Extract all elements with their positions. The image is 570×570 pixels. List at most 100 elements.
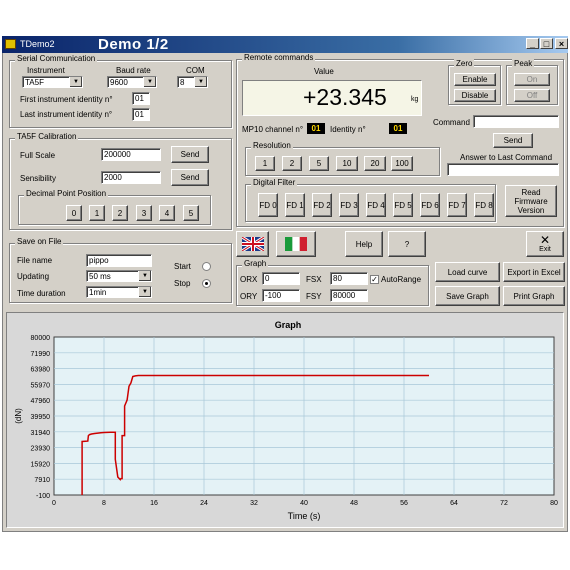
full-scale-send-button[interactable]: Send [171, 146, 209, 163]
start-label: Start [174, 262, 191, 271]
command-label: Command [433, 118, 470, 127]
x-tick-label: 16 [150, 500, 158, 507]
filter-button-fd4[interactable]: FD 4 [366, 193, 386, 217]
decimal-point-button-2[interactable]: 2 [112, 205, 128, 221]
x-tick-label: 40 [300, 500, 308, 507]
first-identity-label: First instrument identity n° [20, 95, 113, 104]
com-value: 8 [180, 78, 185, 87]
baud-rate-value: 9600 [110, 78, 128, 87]
resolution-button-2[interactable]: 2 [282, 156, 302, 171]
decimal-point-button-4[interactable]: 4 [159, 205, 175, 221]
peak-off-button[interactable]: Off [514, 89, 550, 102]
chevron-down-icon[interactable]: ▼ [138, 271, 151, 281]
resolution-button-5[interactable]: 5 [309, 156, 329, 171]
x-tick-labels: 0 8 16 24 32 40 48 56 64 72 80 [52, 500, 558, 507]
y-tick-label: 15920 [31, 461, 51, 468]
filter-button-fd6[interactable]: FD 6 [420, 193, 440, 217]
orx-label: ORX [240, 275, 258, 284]
decimal-point-button-5[interactable]: 5 [183, 205, 199, 221]
filter-button-fd5[interactable]: FD 5 [393, 193, 413, 217]
decimal-point-button-1[interactable]: 1 [89, 205, 105, 221]
chevron-down-icon[interactable]: ▼ [138, 287, 151, 297]
com-select[interactable]: 8 ▼ [177, 76, 208, 88]
ory-field[interactable]: -100 [262, 289, 300, 302]
zero-disable-button[interactable]: Disable [454, 89, 496, 102]
question-button[interactable]: ? [388, 231, 426, 257]
x-tick-label: 64 [450, 500, 458, 507]
last-identity-field[interactable]: 01 [132, 108, 150, 121]
fsy-field[interactable]: 80000 [330, 289, 368, 302]
close-button[interactable]: × [555, 38, 568, 49]
y-tick-label: -100 [36, 493, 50, 500]
export-excel-button[interactable]: Export in Excel [503, 262, 565, 282]
answer-field [447, 163, 559, 176]
baud-rate-label: Baud rate [116, 66, 151, 75]
load-curve-button[interactable]: Load curve [435, 262, 500, 282]
first-identity-field[interactable]: 01 [132, 92, 150, 105]
filter-button-fd8[interactable]: FD 8 [474, 193, 494, 217]
x-tick-label: 32 [250, 500, 258, 507]
updating-select[interactable]: 50 ms ▼ [86, 270, 152, 282]
filter-button-fd0[interactable]: FD 0 [258, 193, 278, 217]
graph-settings-title: Graph [242, 259, 269, 268]
y-tick-label: 71990 [31, 351, 51, 358]
filter-button-fd7[interactable]: FD 7 [447, 193, 467, 217]
x-tick-label: 0 [52, 500, 56, 507]
print-graph-button[interactable]: Print Graph [503, 286, 565, 306]
fsy-label: FSY [306, 292, 322, 301]
orx-field[interactable]: 0 [262, 272, 300, 285]
resolution-button-10[interactable]: 10 [336, 156, 358, 171]
command-send-button[interactable]: Send [493, 133, 533, 148]
app-icon [5, 39, 16, 49]
start-radio[interactable] [202, 262, 211, 271]
decimal-point-button-0[interactable]: 0 [66, 205, 82, 221]
resolution-group-title: Resolution [251, 141, 293, 150]
instrument-select[interactable]: TA5F ▼ [22, 76, 83, 88]
italian-language-button[interactable] [276, 231, 316, 257]
fsx-field[interactable]: 80 [330, 272, 368, 285]
full-scale-field[interactable]: 200000 [101, 148, 161, 161]
peak-group-title: Peak [512, 59, 535, 68]
baud-rate-select[interactable]: 9600 ▼ [107, 76, 157, 88]
graph-chart: Graph -100 7910 15920 23930 31940 39950 47960 5… [14, 320, 558, 521]
chevron-down-icon[interactable]: ▼ [69, 77, 82, 87]
stop-label: Stop [174, 279, 191, 288]
help-button[interactable]: Help [345, 231, 383, 257]
sensibility-send-button[interactable]: Send [171, 169, 209, 186]
stop-radio[interactable] [202, 279, 211, 288]
resolution-button-100[interactable]: 100 [391, 156, 413, 171]
sensibility-field[interactable]: 2000 [101, 171, 161, 184]
read-firmware-button[interactable]: Read Firmware Version [505, 185, 557, 217]
y-tick-label: 23930 [31, 446, 51, 453]
file-name-label: File name [17, 256, 53, 265]
time-duration-select[interactable]: 1min ▼ [86, 286, 152, 298]
exit-button[interactable]: ✕ Exit [526, 231, 564, 257]
italy-flag-icon [285, 237, 307, 251]
mp10-channel-label: MP10 channel n° [242, 125, 304, 134]
chevron-down-icon[interactable]: ▼ [143, 77, 156, 87]
maximize-button[interactable]: □ [540, 38, 553, 49]
autorange-checkbox[interactable]: ✓ [370, 275, 379, 284]
english-language-button[interactable] [236, 231, 269, 257]
save-graph-button[interactable]: Save Graph [435, 286, 500, 306]
minimize-button[interactable]: _ [526, 38, 539, 49]
y-axis-label: (dN) [14, 408, 23, 424]
resolution-button-1[interactable]: 1 [255, 156, 275, 171]
window-title: Demo 1/2 [98, 36, 169, 53]
filter-button-fd3[interactable]: FD 3 [339, 193, 359, 217]
peak-on-button[interactable]: On [514, 73, 550, 86]
file-name-field[interactable]: pippo [86, 254, 152, 267]
chevron-down-icon[interactable]: ▼ [194, 77, 207, 87]
title-bar[interactable]: TDemo2 Demo 1/2 _ □ × [2, 36, 568, 53]
decimal-point-button-3[interactable]: 3 [136, 205, 152, 221]
decimal-point-title: Decimal Point Position [24, 189, 109, 198]
identity-value: 01 [389, 123, 407, 134]
zero-enable-button[interactable]: Enable [454, 73, 496, 86]
filter-button-fd1[interactable]: FD 1 [285, 193, 305, 217]
app-title: TDemo2 [20, 39, 55, 49]
filter-button-fd2[interactable]: FD 2 [312, 193, 332, 217]
full-scale-label: Full Scale [20, 151, 56, 160]
resolution-button-20[interactable]: 20 [364, 156, 386, 171]
command-field[interactable] [473, 115, 559, 128]
y-tick-label: 80000 [31, 335, 51, 342]
